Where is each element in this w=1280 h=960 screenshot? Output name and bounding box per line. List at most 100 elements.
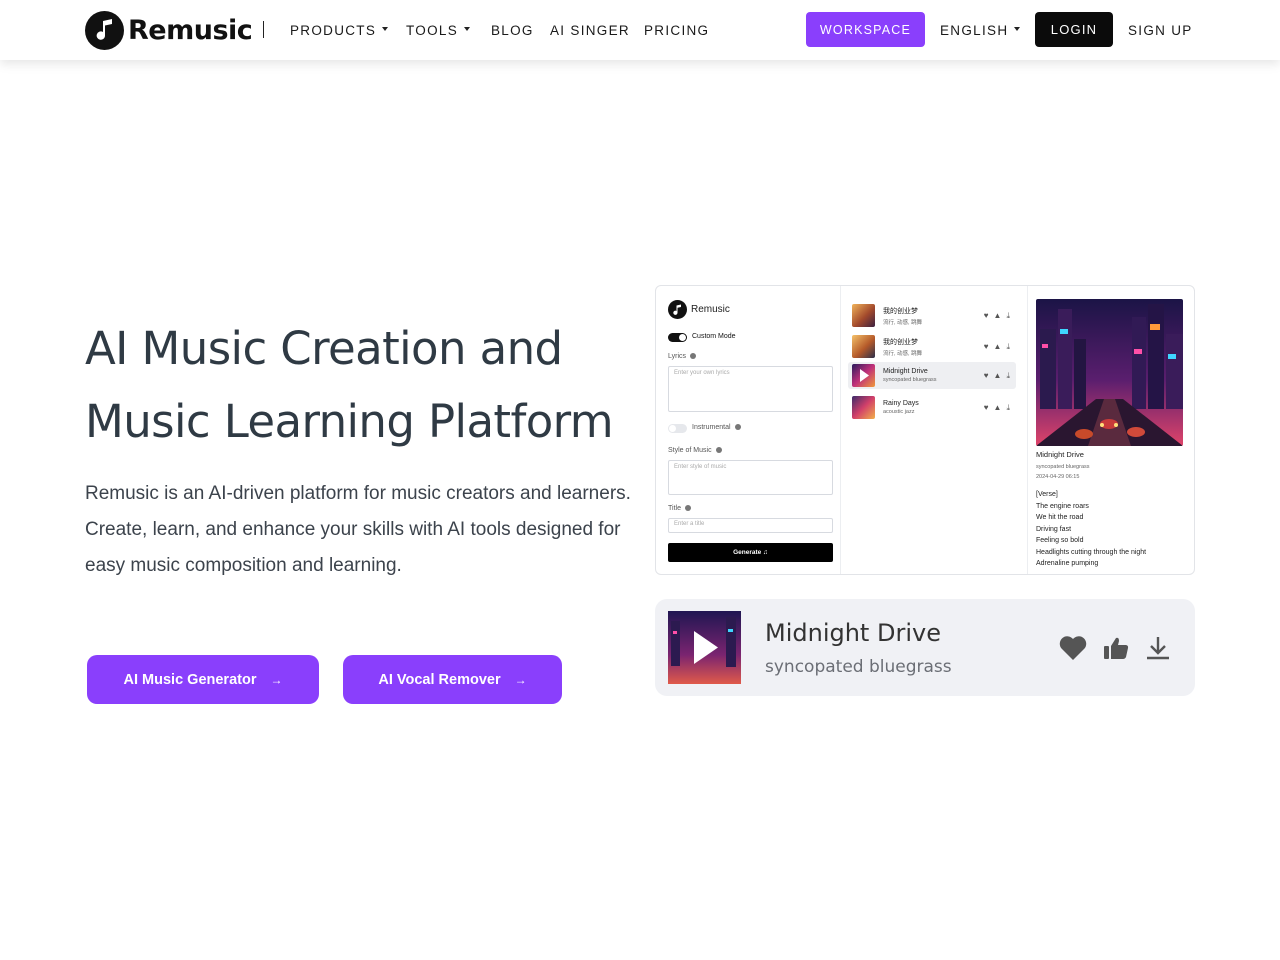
song-subtitle: 流行, 动感, 跳舞 xyxy=(883,350,923,357)
nav-products-label: PRODUCTS xyxy=(290,22,377,38)
language-select[interactable]: ENGLISH xyxy=(940,0,1021,60)
music-note-icon xyxy=(668,300,687,319)
nav-pricing[interactable]: PRICING xyxy=(644,0,709,60)
lyric-line: [Verse] xyxy=(1036,491,1058,498)
nav-tools[interactable]: TOOLS xyxy=(406,0,471,60)
lyric-line: Driving fast xyxy=(1036,525,1072,533)
detail-date: 2024-04-29 06:15 xyxy=(1036,474,1080,480)
song-thumbnail xyxy=(852,335,875,358)
download-icon: ⤓ xyxy=(1006,341,1010,351)
list-item: 我的创业梦流行, 动感, 跳舞 ♥ ▲ ⤓ xyxy=(848,302,1016,329)
nav-blog[interactable]: BLOG xyxy=(491,0,534,60)
cta-primary-label: AI Music Generator xyxy=(123,671,257,688)
player-actions xyxy=(1059,635,1171,661)
download-icon: ⤓ xyxy=(1006,402,1010,412)
nav-products[interactable]: PRODUCTS xyxy=(290,0,389,60)
hero-title: AI Music Creation and Music Learning Pla… xyxy=(85,312,645,458)
song-thumbnail xyxy=(852,396,875,419)
lyrics-input: Enter your own lyrics xyxy=(668,366,833,412)
play-icon xyxy=(860,369,869,382)
list-item: 我的创业梦流行, 动感, 跳舞 ♥ ▲ ⤓ xyxy=(848,333,1016,360)
detail-lyrics: [Verse] The engine roars We hit the road… xyxy=(1036,489,1146,570)
app-preview-screenshot: Remusic Custom Mode Lyrics Enter your ow… xyxy=(655,285,1195,575)
help-icon xyxy=(690,353,697,360)
heart-icon: ♥ xyxy=(983,370,989,380)
download-icon[interactable] xyxy=(1145,635,1171,661)
cta-secondary-label: AI Vocal Remover xyxy=(378,671,501,688)
music-note-icon xyxy=(85,10,124,50)
brand-name: Remusic xyxy=(128,14,253,46)
caret-down-icon xyxy=(382,27,389,31)
ai-vocal-remover-button[interactable]: AI Vocal Remover → xyxy=(343,655,562,704)
title-input: Enter a title xyxy=(668,518,833,533)
heart-icon[interactable] xyxy=(1059,635,1087,661)
hero-description: Remusic is an AI-driven platform for mus… xyxy=(85,483,631,576)
song-title: 我的创业梦 xyxy=(883,338,918,346)
list-item: Rainy Days acoustic jazz ♥ ▲ ⤓ xyxy=(848,394,1016,421)
style-input: Enter style of music xyxy=(668,460,833,495)
create-panel: Remusic Custom Mode Lyrics Enter your ow… xyxy=(656,286,841,574)
song-subtitle: acoustic jazz xyxy=(883,409,915,415)
lyric-line: Feeling so bold xyxy=(1036,537,1084,544)
instrumental-label-text: Instrumental xyxy=(692,424,731,431)
nav-divider xyxy=(263,21,264,38)
preview-logo: Remusic xyxy=(668,300,730,319)
player-subtitle: syncopated bluegrass xyxy=(765,657,952,677)
heart-icon: ♥ xyxy=(983,310,989,320)
thumbs-up-icon[interactable] xyxy=(1103,636,1129,660)
title-label: Title xyxy=(668,505,691,512)
login-button[interactable]: LOGIN xyxy=(1035,12,1113,47)
lyric-line: Adrenaline pumping xyxy=(1036,560,1099,567)
nav-ai-singer[interactable]: AI SINGER xyxy=(550,0,630,60)
arrow-right-icon: → xyxy=(514,672,527,687)
help-icon xyxy=(715,447,722,454)
thumbs-up-icon: ▲ xyxy=(993,310,1002,320)
arrow-right-icon: → xyxy=(270,672,283,687)
player-thumbnail[interactable] xyxy=(668,611,741,684)
caret-down-icon xyxy=(1014,27,1021,31)
help-icon xyxy=(684,505,691,512)
instrumental-toggle xyxy=(668,424,687,433)
download-icon: ⤓ xyxy=(1006,370,1010,380)
song-thumbnail xyxy=(852,364,875,387)
title-label-text: Title xyxy=(668,505,681,512)
song-title: Midnight Drive xyxy=(883,368,928,375)
song-detail-panel: Midnight Drive syncopated bluegrass 2024… xyxy=(1029,286,1194,574)
lyric-line: The engine roars xyxy=(1036,502,1089,510)
caret-down-icon xyxy=(464,27,471,31)
signup-link[interactable]: SIGN UP xyxy=(1128,0,1193,60)
song-subtitle: syncopated bluegrass xyxy=(883,377,937,383)
now-playing-card: Midnight Drive syncopated bluegrass xyxy=(655,599,1195,696)
hero-title-line1: AI Music Creation and xyxy=(85,322,563,375)
lyrics-label-text: Lyrics xyxy=(668,353,687,360)
style-label-text: Style of Music xyxy=(668,447,712,454)
detail-title: Midnight Drive xyxy=(1036,450,1084,459)
nav-tools-label: TOOLS xyxy=(406,22,459,38)
song-list: 我的创业梦 流行, 动感, 跳舞 ♥ ▲ ⤓ 我的创业梦 流行, 动感, 跳舞 ♥ ▲ ⤓ … xyxy=(842,286,1028,574)
heart-icon: ♥ xyxy=(983,402,989,412)
song-thumbnail xyxy=(852,304,875,327)
detail-subtitle: syncopated bluegrass xyxy=(1036,464,1090,470)
custom-mode-toggle xyxy=(668,333,687,342)
thumbs-up-icon: ▲ xyxy=(993,370,1002,380)
workspace-button[interactable]: WORKSPACE xyxy=(806,12,925,47)
thumbs-up-icon: ▲ xyxy=(993,341,1002,351)
language-label: ENGLISH xyxy=(940,22,1009,38)
song-subtitle: 流行, 动感, 跳舞 xyxy=(883,319,923,326)
lyric-line: We hit the road xyxy=(1036,514,1084,521)
song-title: Rainy Days xyxy=(883,400,919,407)
preview-app-name: Remusic xyxy=(691,304,730,315)
thumbs-up-icon: ▲ xyxy=(993,402,1002,412)
song-title: 我的创业梦 xyxy=(883,307,918,315)
brand-logo[interactable]: Remusic xyxy=(85,10,253,50)
lyric-line: Headlights cutting through the night xyxy=(1036,548,1147,556)
hero-title-line2: Music Learning Platform xyxy=(85,395,614,448)
lyrics-label: Lyrics xyxy=(668,353,697,360)
generate-button: Generate ♫ xyxy=(668,543,833,562)
instrumental-label: Instrumental xyxy=(692,424,741,431)
list-item: Midnight Drive syncopated bluegrass ♥ ▲ ⤓ xyxy=(848,362,1016,389)
ai-music-generator-button[interactable]: AI Music Generator → xyxy=(87,655,319,704)
heart-icon: ♥ xyxy=(983,341,989,351)
download-icon: ⤓ xyxy=(1006,310,1010,320)
album-art xyxy=(1036,299,1183,446)
